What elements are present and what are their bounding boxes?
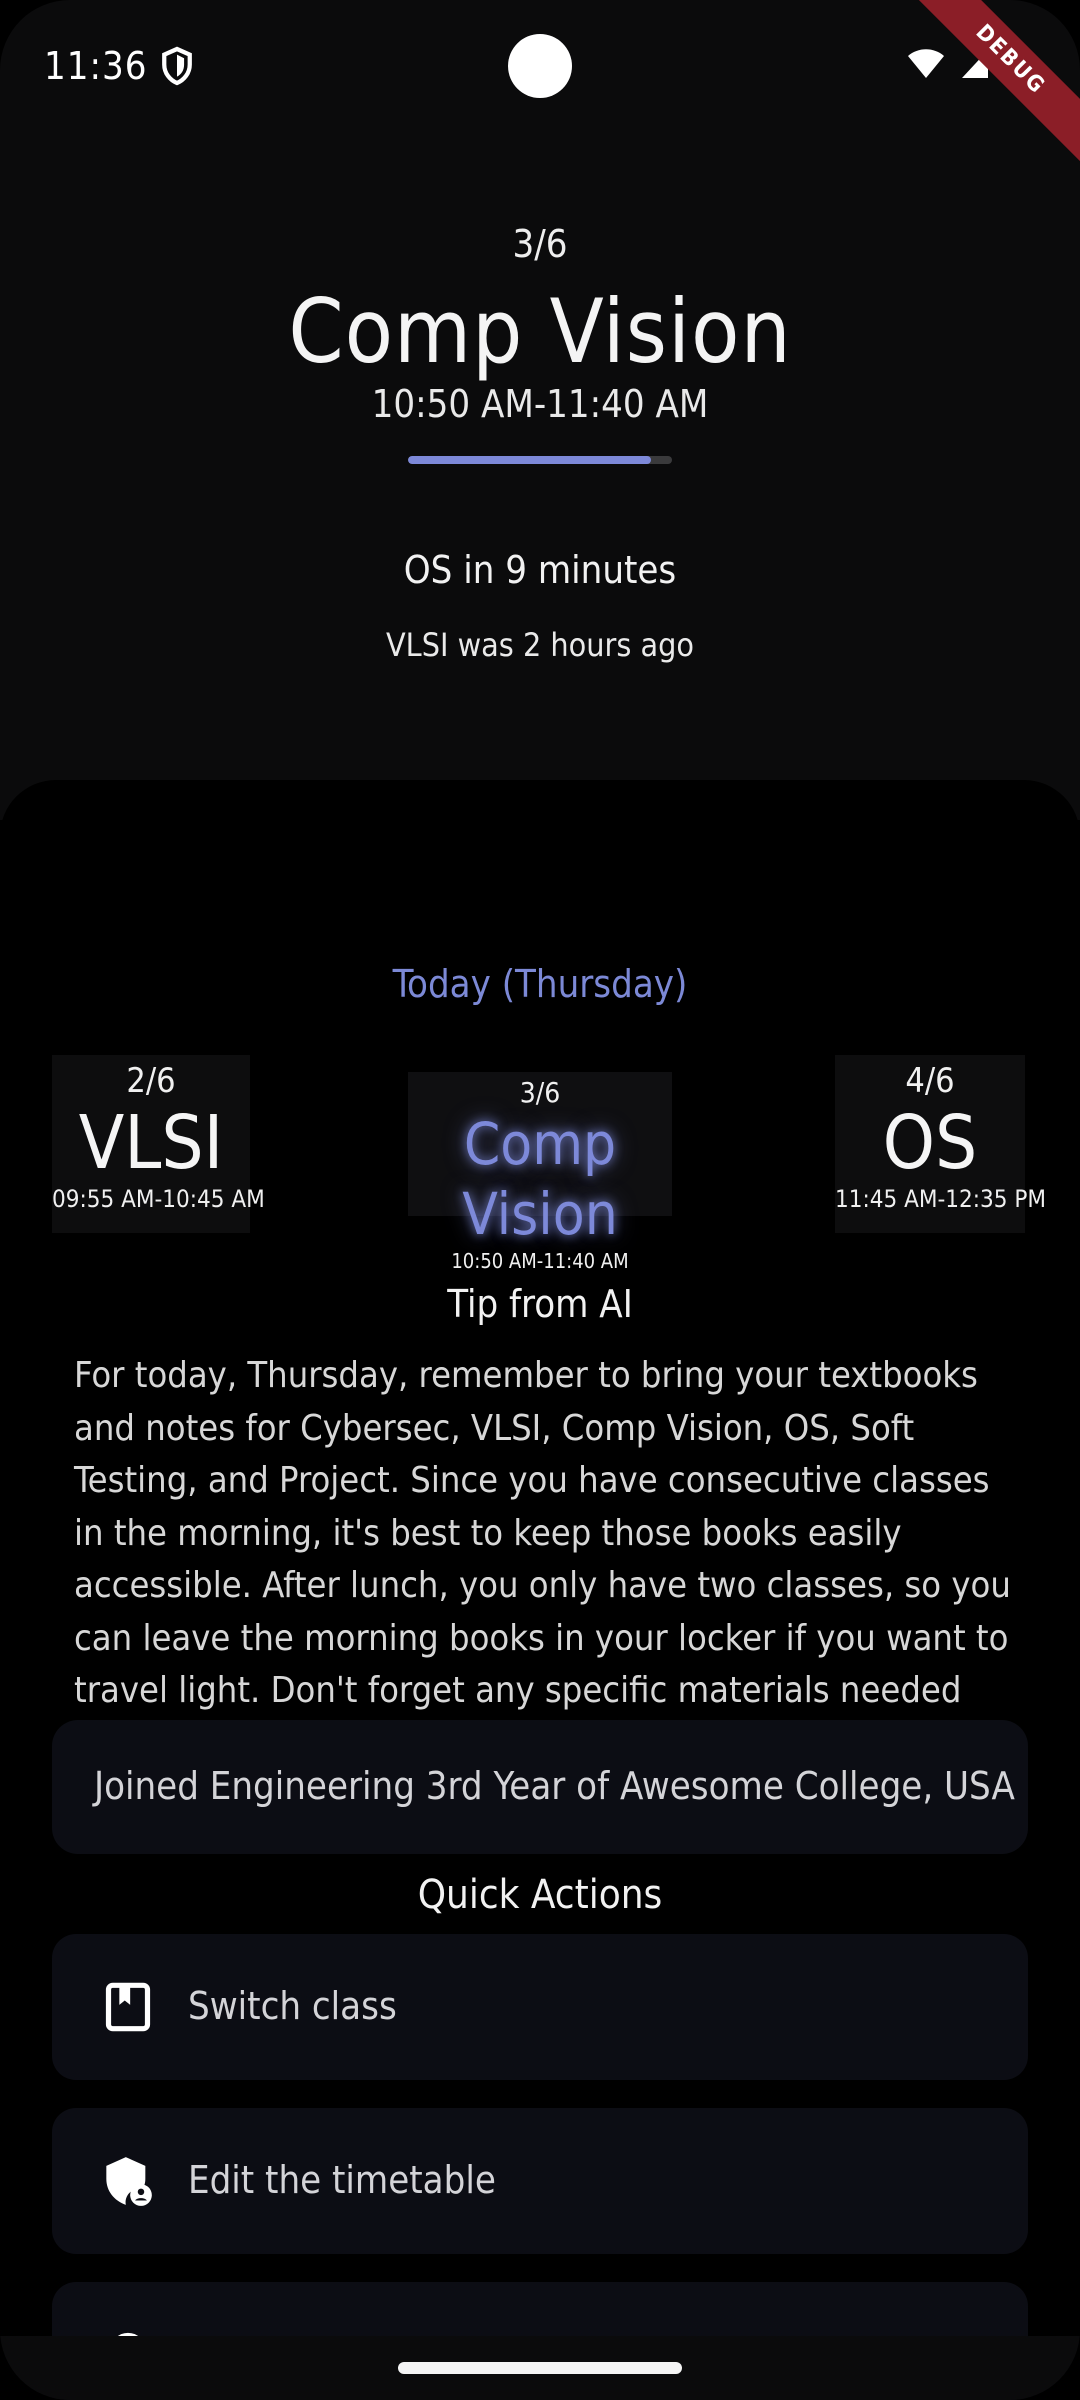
previous-class-card[interactable]: 2/6 VLSI 09:55 AM-10:45 AM — [52, 1055, 265, 1233]
edit-timetable-button[interactable]: Edit the timetable — [52, 2108, 1028, 2254]
status-time: 11:36 — [44, 44, 148, 88]
class-card-time: 10:50 AM-11:40 AM — [451, 1249, 629, 1273]
previous-class-info: VLSI was 2 hours ago — [385, 626, 694, 664]
joined-info-text: Joined Engineering 3rd Year of Awesome C… — [94, 1764, 1015, 1808]
current-class-index: 3/6 — [512, 222, 568, 266]
class-progress-bar — [408, 456, 672, 464]
class-card-index: 3/6 — [519, 1076, 561, 1109]
switch-class-label: Switch class — [188, 1984, 397, 2028]
class-card-time: 09:55 AM-10:45 AM — [52, 1185, 265, 1213]
class-progress-fill — [408, 456, 651, 464]
app-screen: 11:36 DEBUG 3/6 Comp Vision 10:50 AM-11:… — [0, 0, 1080, 2400]
quick-actions-title: Quick Actions — [417, 1872, 663, 1918]
class-card-title: VLSI — [78, 1100, 224, 1186]
current-class-title: Comp Vision — [288, 280, 792, 383]
bookmark-book-icon — [105, 1982, 151, 2032]
home-gesture-handle[interactable] — [398, 2362, 682, 2374]
joined-info-card: Joined Engineering 3rd Year of Awesome C… — [52, 1720, 1028, 1854]
current-class-card[interactable]: 3/6 Comp Vision 10:50 AM-11:40 AM — [408, 1072, 672, 1273]
camera-cutout — [508, 34, 572, 98]
admin-shield-icon — [106, 2157, 152, 2206]
next-class-card[interactable]: 4/6 OS 11:45 AM-12:35 PM — [835, 1055, 1046, 1233]
edit-timetable-label: Edit the timetable — [188, 2158, 496, 2202]
wifi-icon — [908, 49, 944, 78]
current-class-time: 10:50 AM-11:40 AM — [371, 382, 709, 426]
ai-tip-body: For today, Thursday, remember to bring y… — [74, 1355, 1011, 1764]
switch-class-button[interactable]: Switch class — [52, 1934, 1028, 2080]
class-card-title: Comp Vision — [462, 1110, 618, 1248]
shield-status-icon — [162, 46, 192, 86]
class-card-title: OS — [882, 1100, 978, 1186]
next-class-countdown: OS in 9 minutes — [403, 548, 677, 592]
class-card-time: 11:45 AM-12:35 PM — [835, 1185, 1046, 1213]
ai-tip-title: Tip from AI — [447, 1282, 633, 1326]
class-card-index: 2/6 — [126, 1061, 176, 1101]
today-label: Today (Thursday) — [392, 962, 688, 1006]
class-card-index: 4/6 — [905, 1061, 955, 1101]
